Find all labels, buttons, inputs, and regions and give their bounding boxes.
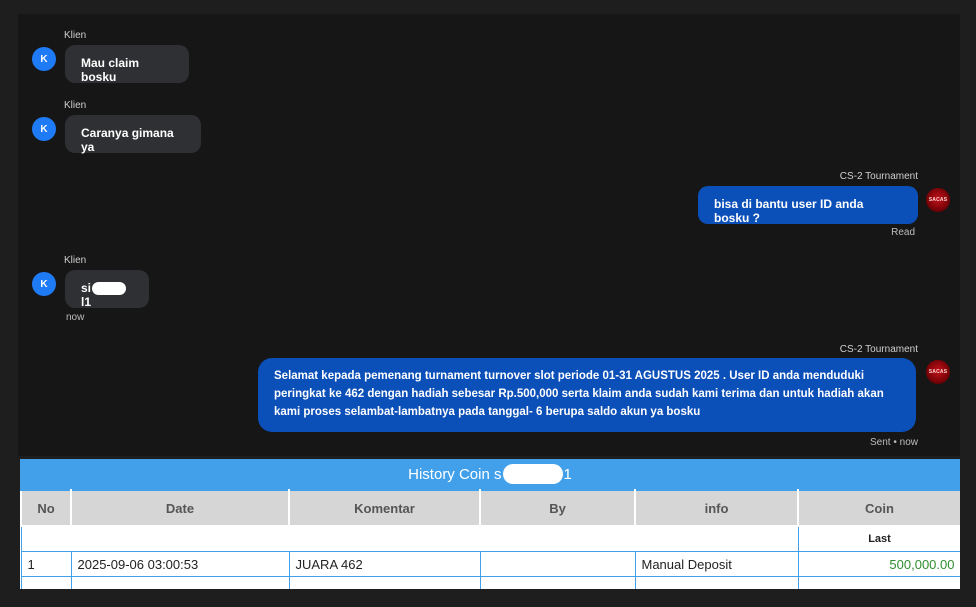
- column-header-komentar: Komentar: [288, 489, 481, 527]
- column-header-no: No: [20, 489, 72, 527]
- client-avatar: K: [32, 47, 56, 71]
- chat-panel: Klien K Mau claim bosku Klien K Caranya …: [18, 14, 960, 456]
- message-bubble-incoming: sil1: [65, 270, 149, 310]
- redacted-text-suffix: l1: [81, 295, 92, 310]
- table-row: 1 2025-09-06 03:00:53 JUARA 462 Manual D…: [20, 551, 960, 577]
- cs-avatar: SACAS: [926, 188, 950, 212]
- redacted-text-prefix: si: [81, 281, 92, 295]
- table-row-partial: [20, 576, 960, 589]
- cell-date: 2025-09-06 03:00:53: [70, 551, 290, 577]
- cs-avatar: SACAS: [926, 360, 950, 384]
- cell-komentar: JUARA 462: [288, 551, 481, 577]
- column-header-info: info: [634, 489, 799, 527]
- empty-cell: [20, 525, 799, 552]
- history-title-suffix: 1: [563, 465, 572, 483]
- message-bubble-outgoing: bisa di bantu user ID anda bosku ?: [698, 186, 918, 225]
- cell-no: 1: [20, 551, 72, 577]
- time-status: now: [66, 312, 85, 323]
- cell-coin: 500,000.00: [797, 551, 960, 577]
- client-avatar: K: [32, 117, 56, 141]
- sender-label: Klien: [64, 30, 87, 41]
- history-title-prefix: History Coin s: [408, 465, 502, 483]
- message-bubble-outgoing: Selamat kepada pemenang turnament turnov…: [258, 358, 916, 432]
- column-header-coin: Coin: [797, 489, 960, 527]
- client-avatar: K: [32, 272, 56, 296]
- column-header-by: By: [479, 489, 636, 527]
- cell-info: Manual Deposit: [634, 551, 799, 577]
- sender-label: Klien: [64, 255, 87, 266]
- column-header-date: Date: [70, 489, 290, 527]
- redaction-mask: [502, 464, 563, 484]
- sender-label: CS-2 Tournament: [839, 171, 918, 182]
- cell-by: [479, 551, 636, 577]
- message-bubble-incoming: Mau claim bosku: [65, 45, 189, 84]
- history-coin-table: History Coin s 1 No Date Komentar By info…: [20, 459, 960, 589]
- bottom-strip: [0, 589, 976, 607]
- last-row: Last: [20, 525, 960, 552]
- message-bubble-incoming: Caranya gimana ya: [65, 115, 201, 154]
- sender-label: Klien: [64, 100, 87, 111]
- redaction-mask: [92, 282, 127, 296]
- history-table: No Date Komentar By info Coin Last 1 202…: [20, 489, 960, 589]
- sent-status: Sent • now: [870, 437, 918, 448]
- read-status: Read: [891, 227, 915, 238]
- history-title: History Coin s 1: [20, 459, 960, 489]
- last-label: Last: [797, 525, 960, 552]
- sender-label: CS-2 Tournament: [839, 344, 918, 355]
